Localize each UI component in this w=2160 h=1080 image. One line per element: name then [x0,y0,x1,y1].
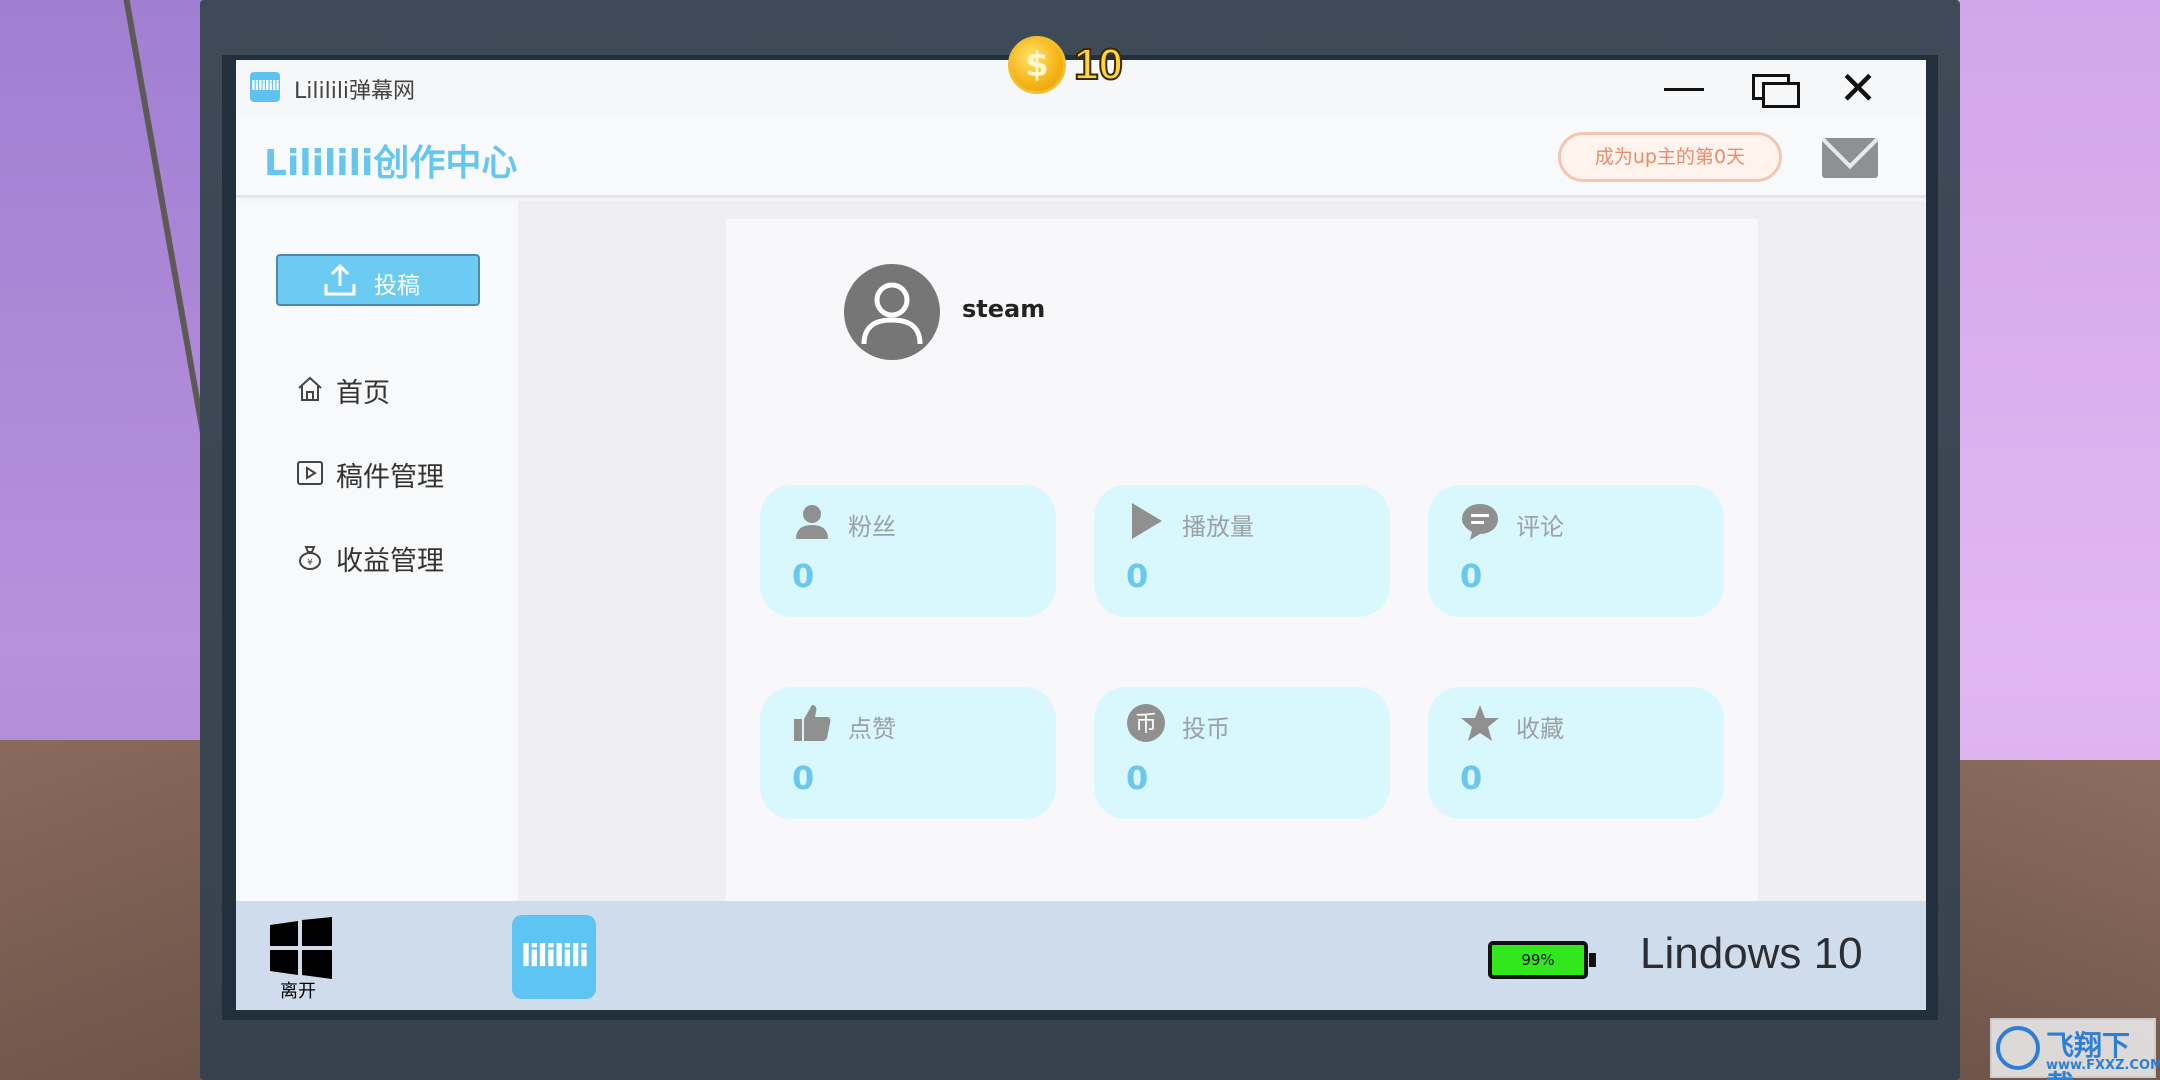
svg-text:¥: ¥ [307,558,313,568]
upload-button[interactable]: 投稿 [276,254,480,306]
watermark-url: www.FXXZ.COM [2046,1058,2160,1073]
money-bag-icon: ¥ [299,546,321,570]
person-icon [796,505,828,539]
coin-count: 10 [1073,39,1124,90]
close-button[interactable]: ✕ [1830,65,1886,111]
coin-icon: $ [1008,36,1066,94]
stat-value: 0 [1460,759,1483,797]
mail-icon[interactable] [1822,138,1878,178]
start-label: 离开 [280,981,316,1002]
maximize-button[interactable] [1746,66,1802,110]
taskbar-app-lililili[interactable]: lililili [512,915,596,999]
taskbar: 离开 lililili 99% Lindows 10 [236,901,1926,1010]
start-button[interactable] [268,917,334,979]
sidebar-item-label: 收益管理 [336,546,444,577]
coin-icon: 币 [1127,704,1165,742]
battery-indicator: 99% [1488,941,1596,979]
stat-coins: 币 投币 0 [1094,687,1390,819]
restore-icon-front [1762,82,1800,108]
watermark: 飞翔下载 www.FXXZ.COM [1990,1018,2160,1080]
stat-comments: 评论 0 [1428,485,1724,617]
minimize-button[interactable] [1656,66,1712,110]
sidebar-item-label: 首页 [336,378,390,409]
window-title: Lililili弹幕网 [294,79,416,104]
upload-icon [324,263,356,296]
svg-text:币: 币 [1135,712,1157,737]
upload-label: 投稿 [374,273,420,299]
app-header: Lililili创作中心 成为up主的第0天 [236,116,1926,198]
stat-label: 播放量 [1182,513,1254,541]
sidebar-item-home[interactable]: 首页 [296,367,496,411]
main-content: steam 粉丝 0 播放量 0 评论 0 点赞 0 币 投币 0 收藏 0 [518,201,1926,919]
room-floor-left [0,740,230,1080]
user-icon [861,282,923,345]
app-brand: Lililili创作中心 [264,143,518,184]
stat-value: 0 [1460,557,1483,595]
app-icon: lililili [250,72,280,102]
dashboard-card: steam 粉丝 0 播放量 0 评论 0 点赞 0 币 投币 0 收藏 0 [726,219,1758,919]
video-icon [297,461,323,485]
windows-icon [270,917,332,979]
sidebar: 投稿 首页 稿件管理 ¥ 收益管理 [236,201,518,901]
sidebar-item-manuscripts[interactable]: 稿件管理 [296,451,496,495]
stat-favorites: 收藏 0 [1428,687,1724,819]
stat-label: 投币 [1182,715,1230,743]
stat-label: 评论 [1516,513,1564,541]
play-icon [1132,503,1162,539]
stat-label: 粉丝 [848,513,896,541]
watermark-logo-icon [1996,1026,2040,1070]
username: steam [962,295,1046,323]
up-days-badge[interactable]: 成为up主的第0天 [1558,132,1782,182]
stat-label: 点赞 [848,715,896,743]
stat-value: 0 [1126,557,1149,595]
home-icon [298,376,322,401]
thumbs-up-icon [794,705,831,741]
avatar[interactable] [844,264,940,360]
stat-likes: 点赞 0 [760,687,1056,819]
os-name: Lindows 10 [1640,929,1863,978]
stat-plays: 播放量 0 [1094,485,1390,617]
stat-value: 0 [792,557,815,595]
stat-label: 收藏 [1516,715,1564,743]
comment-icon [1462,504,1498,540]
stat-value: 0 [792,759,815,797]
screen: lililili Lililili弹幕网 ✕ Lililili创作中心 成为up… [236,60,1926,1010]
sidebar-item-label: 稿件管理 [336,462,444,493]
stat-value: 0 [1126,759,1149,797]
stat-followers: 粉丝 0 [760,485,1056,617]
sidebar-item-earnings[interactable]: ¥ 收益管理 [296,535,496,579]
star-icon [1461,705,1499,741]
